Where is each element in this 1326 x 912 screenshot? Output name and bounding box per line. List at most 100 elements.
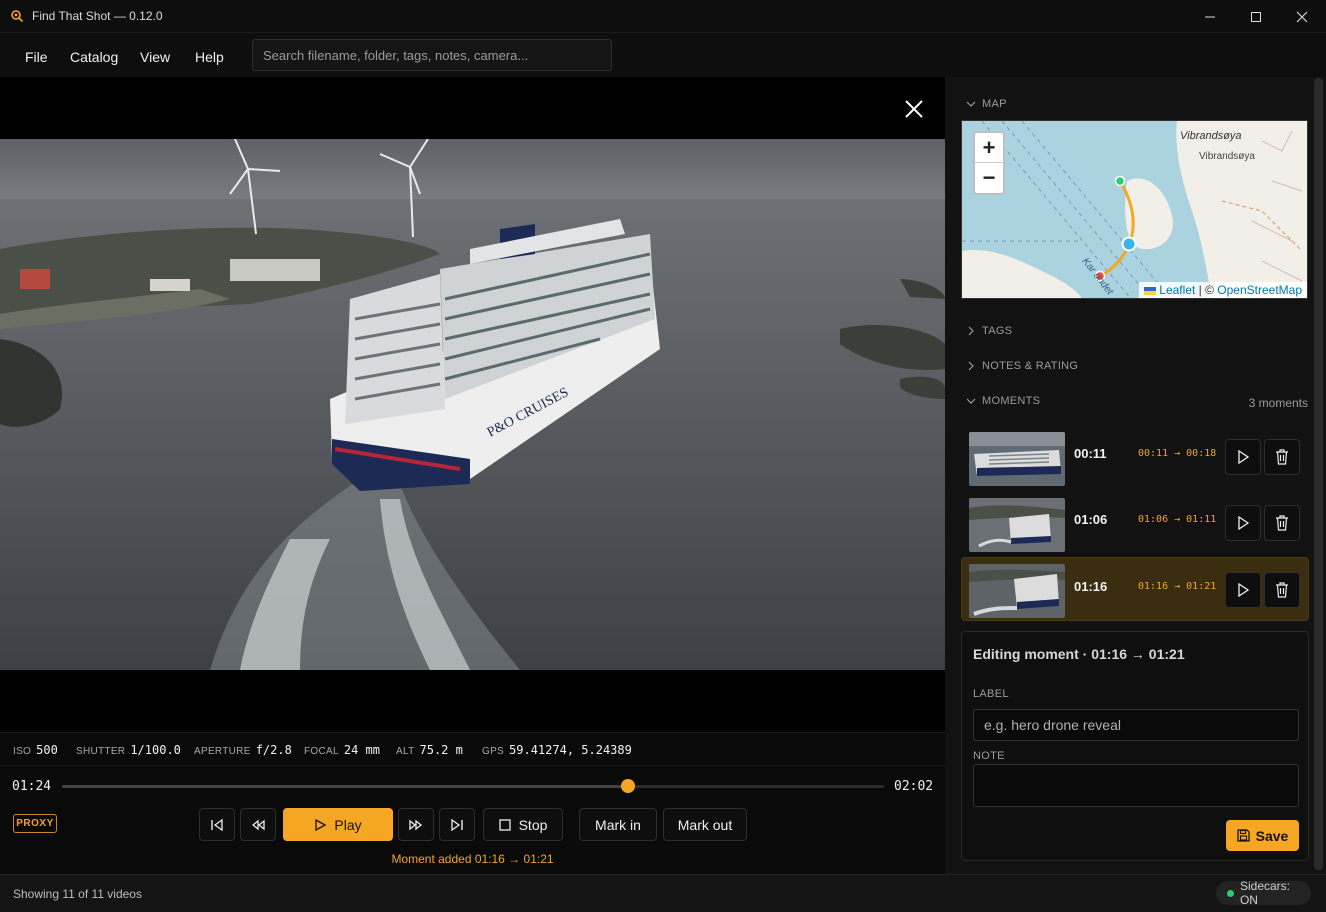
moments-count: 3 moments [1248, 396, 1308, 410]
osm-link[interactable]: OpenStreetMap [1217, 283, 1302, 297]
play-icon [315, 818, 327, 831]
attribution-separator: | © [1198, 283, 1214, 297]
minimize-icon [1205, 16, 1215, 17]
rewind-button[interactable] [240, 808, 276, 841]
current-time: 01:24 [12, 779, 52, 794]
save-label: Save [1255, 827, 1289, 844]
moment-range: 01:16 → 01:21 [1138, 581, 1217, 592]
fast-forward-icon [409, 819, 423, 830]
editor-title: Editing moment · 01:16 → 01:21 [973, 646, 1185, 662]
rewind-icon [251, 819, 265, 830]
moment-editor: Editing moment · 01:16 → 01:21 LABEL NOT… [961, 631, 1309, 861]
scrub-progress [62, 785, 628, 788]
play-icon [1238, 450, 1249, 464]
window-title: Find That Shot — 0.12.0 [32, 9, 163, 23]
maximize-button[interactable] [1233, 0, 1279, 33]
notes-header: NOTES & RATING [982, 360, 1079, 372]
zoom-in-button[interactable]: + [975, 133, 1003, 163]
video-frame[interactable]: P&O CRUISES [0, 139, 945, 670]
status-bar: Showing 11 of 11 videos [0, 874, 1326, 912]
section-tags[interactable]: TAGS [966, 325, 1012, 337]
play-moment-button[interactable] [1225, 505, 1261, 541]
save-icon [1236, 829, 1250, 842]
skip-start-icon [211, 818, 223, 831]
menu-view[interactable]: View [140, 49, 170, 65]
delete-moment-button[interactable] [1264, 439, 1300, 475]
sidecars-label: Sidecars: ON [1239, 879, 1290, 907]
skip-to-start-button[interactable] [199, 808, 235, 841]
moment-time: 00:11 [1074, 446, 1107, 461]
map-view[interactable]: Vibrandsøya Vibrandsøya Kar undet Leafle… [961, 120, 1308, 299]
moment-row-active[interactable]: 01:16 01:16 → 01:21 [961, 557, 1309, 621]
sidecars-toggle[interactable]: Sidecars: ON [1216, 879, 1311, 907]
trash-icon [1276, 582, 1288, 598]
stop-label: Stop [518, 816, 548, 833]
map-attribution: Leaflet | © OpenStreetMap [1138, 282, 1307, 298]
moments-header: MOMENTS [982, 395, 1041, 407]
play-label: Play [334, 816, 362, 833]
moment-thumbnail [969, 498, 1065, 552]
map-header: MAP [982, 98, 1007, 110]
moment-range: 01:06 → 01:11 [1138, 514, 1217, 525]
section-moments[interactable]: MOMENTS [966, 395, 1040, 407]
section-map[interactable]: MAP [966, 98, 1007, 110]
moment-range: 00:11 → 00:18 [1138, 448, 1217, 459]
mark-in-button[interactable]: Mark in [579, 808, 657, 841]
tags-header: TAGS [982, 325, 1013, 337]
meta-gps: GPS 59.41274, 5.24389 [482, 743, 632, 757]
leaflet-link[interactable]: Leaflet [1159, 283, 1195, 297]
fast-forward-button[interactable] [398, 808, 434, 841]
map-zoom-control: + − [973, 131, 1005, 195]
skip-to-end-button[interactable] [439, 808, 475, 841]
close-player-icon[interactable] [902, 97, 926, 121]
save-button[interactable]: Save [1226, 820, 1299, 851]
play-moment-button[interactable] [1225, 572, 1261, 608]
meta-aperture: APERTURE f/2.8 [194, 743, 292, 757]
duration: 02:02 [894, 779, 934, 794]
menu-catalog[interactable]: Catalog [70, 49, 118, 65]
chevron-down-icon [966, 101, 976, 107]
ukraine-flag-icon [1143, 286, 1156, 295]
skip-end-icon [451, 818, 463, 831]
moment-time: 01:16 [1074, 579, 1108, 594]
status-message: Moment added 01:16 → 01:21 [391, 852, 554, 866]
moment-label-input[interactable] [973, 709, 1299, 741]
moment-note-input[interactable] [973, 764, 1299, 807]
label-heading: LABEL [973, 688, 1009, 700]
map-place-label: Vibrandsøya [1180, 130, 1242, 142]
moment-row[interactable]: 01:06 01:06 → 01:11 [961, 490, 1309, 554]
minimize-button[interactable] [1187, 0, 1233, 33]
map-place-label-2: Vibrandsøya [1199, 151, 1255, 162]
status-dot-icon [1227, 889, 1234, 897]
close-window-button[interactable] [1279, 0, 1325, 33]
moment-time: 01:06 [1074, 512, 1108, 527]
stop-button[interactable]: Stop [483, 808, 563, 841]
menu-file[interactable]: File [25, 49, 48, 65]
search-input[interactable] [253, 40, 611, 70]
status-text: Showing 11 of 11 videos [13, 887, 142, 901]
moment-row[interactable]: 00:11 00:11 → 00:18 [961, 424, 1309, 488]
chevron-right-icon [968, 326, 974, 336]
delete-moment-button[interactable] [1264, 505, 1300, 541]
map-tiles: Vibrandsøya Vibrandsøya Kar undet [962, 121, 1307, 298]
chevron-right-icon [968, 361, 974, 371]
menu-help[interactable]: Help [195, 49, 224, 65]
meta-iso: ISO 500 [13, 743, 58, 757]
meta-altitude: ALT 75.2 m [396, 743, 463, 757]
zoom-out-button[interactable]: − [975, 163, 1003, 193]
moment-thumbnail [969, 564, 1065, 618]
section-notes-rating[interactable]: NOTES & RATING [966, 360, 1078, 372]
trash-icon [1276, 449, 1288, 465]
play-moment-button[interactable] [1225, 439, 1261, 475]
meta-shutter: SHUTTER 1/100.0 [76, 743, 181, 757]
delete-moment-button[interactable] [1264, 572, 1300, 608]
scrub-handle[interactable] [620, 779, 635, 793]
play-button[interactable]: Play [283, 808, 393, 841]
mark-out-button[interactable]: Mark out [663, 808, 747, 841]
title-bar [0, 0, 1326, 33]
chevron-down-icon [966, 398, 976, 404]
close-icon [1296, 11, 1308, 22]
stop-icon [498, 818, 511, 831]
sidebar-scrollbar[interactable] [1314, 78, 1323, 870]
meta-focal: FOCAL 24 mm [304, 743, 380, 757]
